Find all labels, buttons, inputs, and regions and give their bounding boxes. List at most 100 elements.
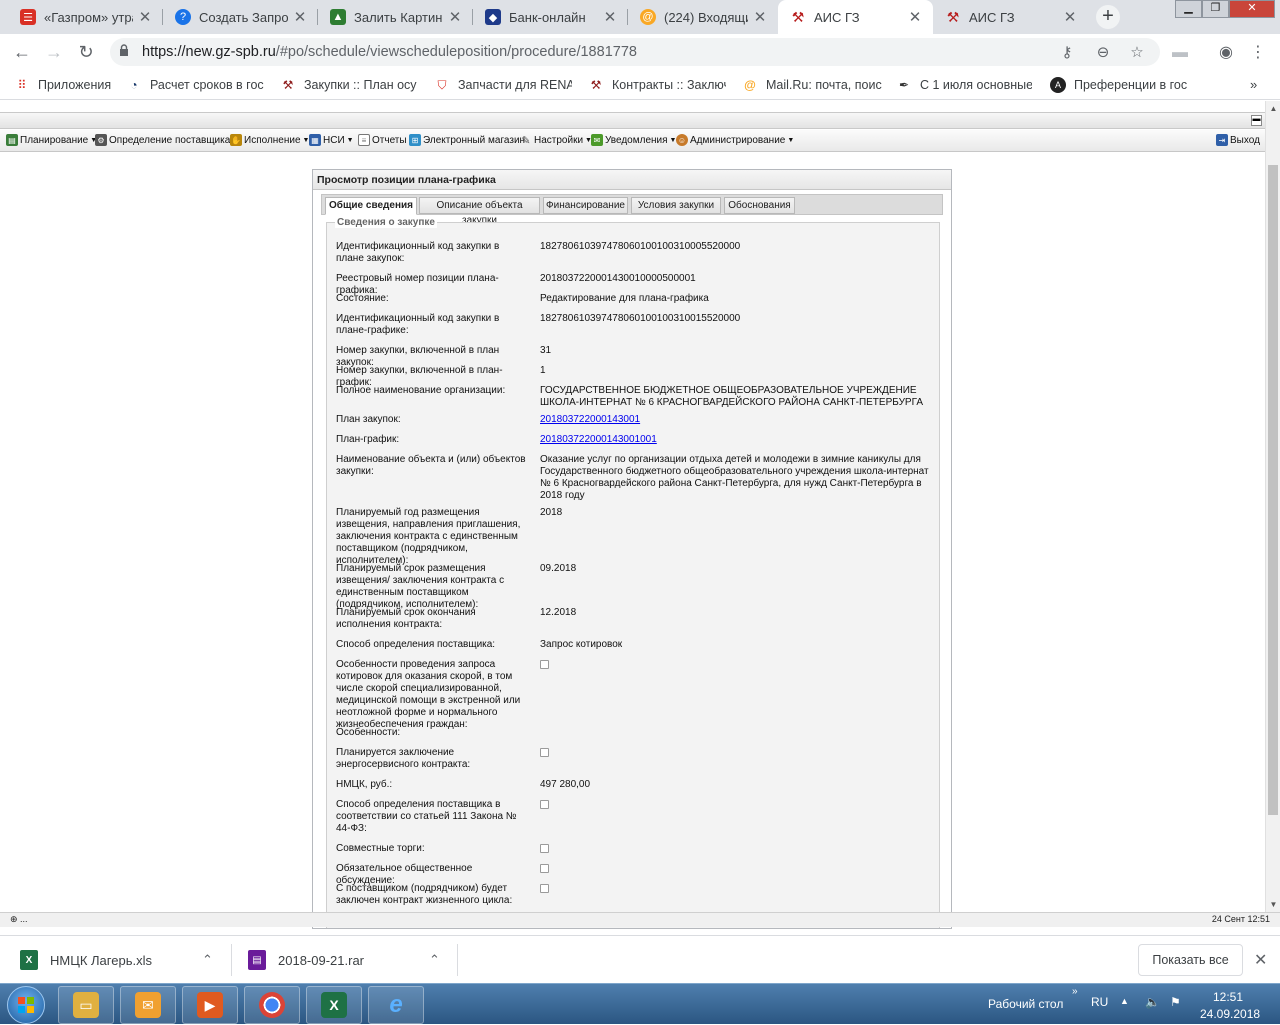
address-bar[interactable]: https://new.gz-spb.ru/#po/schedule/views… [110,38,1160,66]
action-center-flag-icon[interactable]: ⚑ [1170,995,1181,1009]
chevron-up-icon[interactable]: ⌃ [429,952,440,968]
menu-reports[interactable]: ≡ Отчеты [358,134,407,146]
close-window-button[interactable]: ✕ [1229,0,1275,18]
tab-purchase-conditions[interactable]: Условия закупки [631,197,721,214]
toolbar-more-icon[interactable]: » [1072,986,1078,997]
page-viewport: ▬ ▤ Планирование ▼ ⚙ Определение поставщи… [0,101,1280,929]
bookmark-item[interactable]: ⚒ Контракты :: Заключ [588,75,726,95]
browser-tab[interactable]: @ (224) Входящие ✕ [628,0,778,34]
taskbar-app[interactable]: X [306,986,362,1024]
menu-execution[interactable]: ✋ Исполнение ▼ [230,134,309,146]
menu-planning[interactable]: ▤ Планирование ▼ [6,134,97,146]
menu-administration[interactable]: ☺ Администрирование ▼ [676,134,794,146]
download-item[interactable]: X НМЦК Лагерь.xls ⌃ [20,936,220,984]
outlook-icon: ✉ [135,992,161,1018]
user-icon: ☺ [676,134,688,146]
public-discussion-checkbox[interactable] [540,864,549,873]
lock-icon [120,44,128,56]
app-status-bar: ⊕ ... 24 Сент 12:51 [0,912,1280,927]
scroll-up-icon[interactable]: ▲ [1266,101,1280,116]
tab-general[interactable]: Общие сведения [325,197,417,215]
bookmark-apps[interactable]: ⠿ Приложения [14,75,114,95]
taskbar-app[interactable]: ▶ [182,986,238,1024]
schedule-link[interactable]: 201803722000143001001 [540,434,657,445]
purchase-plan-link[interactable]: 201803722000143001 [540,414,640,425]
menu-nsi[interactable]: ▦ НСИ ▼ [309,134,354,146]
tab-justifications[interactable]: Обоснования [724,197,795,214]
emergency-quotation-checkbox[interactable] [540,660,549,669]
gavel-icon: ⚒ [282,78,294,92]
collapse-icon[interactable]: ▬ [1251,115,1262,126]
bookmark-item[interactable]: ⚒ Закупки :: План осу [280,75,418,95]
language-indicator[interactable]: RU [1091,995,1108,1009]
close-tab-icon[interactable]: ✕ [292,8,308,26]
browser-tab[interactable]: ▲ Залить Картинк ✕ [318,0,473,34]
desktop-toolbar-label[interactable]: Рабочий стол [988,997,1063,1011]
tab-financing[interactable]: Финансирование [543,197,628,214]
zoom-icon[interactable]: ⊖ [1094,44,1112,62]
close-tab-icon[interactable]: ✕ [1062,8,1078,26]
chevron-up-icon[interactable]: ⌃ [202,952,213,968]
bookmark-star-icon[interactable]: ☆ [1128,44,1146,62]
taskbar-app[interactable]: e [368,986,424,1024]
handshake-icon: ✋ [230,134,242,146]
bookmarks-bar: ⠿ Приложения ◔ Расчет сроков в гос ⚒ Зак… [0,70,1280,100]
browser-tab[interactable]: ? Создать Запрос ✕ [163,0,318,34]
new-tab-button[interactable]: + [1096,5,1120,29]
key-icon[interactable]: ⚷ [1058,44,1076,62]
taskbar-app[interactable]: ▭ [58,986,114,1024]
field-value: Оказание услуг по организации отдыха дет… [540,454,929,501]
menu-settings[interactable]: ✎ Настройки ▼ [520,134,592,147]
browser-tab[interactable]: ☰ «Газпром» утрат ✕ [8,0,163,34]
energy-service-checkbox[interactable] [540,748,549,757]
volume-icon[interactable]: 🔈 [1145,995,1160,1009]
clock-time[interactable]: 12:51 [1213,990,1243,1004]
article-111-checkbox[interactable] [540,800,549,809]
browser-tab-active[interactable]: ⚒ АИС ГЗ ✕ [778,0,933,34]
field-label: Наименование объекта и (или) объектов за… [336,454,526,477]
reload-icon[interactable]: ↻ [74,40,98,64]
menu-supplier-determination[interactable]: ⚙ Определение поставщика▼ [95,134,239,146]
bookmark-item[interactable]: ◔ Расчет сроков в гос [126,75,266,95]
menu-e-shop[interactable]: ⊞ Электронный магазин [409,134,525,146]
life-cycle-contract-checkbox[interactable] [540,884,549,893]
bookmark-item[interactable]: ✒ С 1 июля основные [896,75,1032,95]
close-tab-icon[interactable]: ✕ [137,8,153,26]
show-all-button[interactable]: Показать все [1138,944,1243,976]
taskbar-app[interactable] [244,986,300,1024]
scroll-thumb[interactable] [1268,165,1278,815]
url-text[interactable]: https://new.gz-spb.ru/#po/schedule/views… [142,38,637,66]
tab-object-description[interactable]: Описание объекта закупки [419,197,540,226]
close-tab-icon[interactable]: ✕ [907,8,923,26]
tray-expand-icon[interactable]: ▲ [1120,996,1129,1006]
taskbar-app[interactable]: ✉ [120,986,176,1024]
close-tab-icon[interactable]: ✕ [752,8,768,26]
profile-icon[interactable]: ◉ [1216,43,1236,63]
close-tab-icon[interactable]: ✕ [447,8,463,26]
globe-icon: ? [175,9,191,25]
menu-notifications[interactable]: ✉ Уведомления ▼ [591,134,676,146]
download-item[interactable]: ▤ 2018-09-21.rar ⌃ [248,936,448,984]
browser-tab[interactable]: ⚒ АИС ГЗ ✕ [933,0,1088,34]
browser-tab[interactable]: ◆ Банк-онлайн ✕ [473,0,628,34]
start-button[interactable] [7,986,45,1024]
bookmark-item[interactable]: ⛉ Запчасти для RENAU [434,75,572,95]
close-tab-icon[interactable]: ✕ [602,8,618,26]
bookmark-item[interactable]: A Преференции в гос [1050,75,1190,95]
minimize-window-button[interactable]: ▁ [1175,0,1202,18]
back-arrow-icon[interactable]: ← [10,40,34,64]
bookmark-item[interactable]: @ Mail.Ru: почта, поис [742,75,882,95]
logout-button[interactable]: ⇥ Выход [1216,134,1260,146]
forward-arrow-icon[interactable]: → [42,40,66,64]
scroll-down-icon[interactable]: ▼ [1266,897,1280,912]
browser-tab-strip: ☰ «Газпром» утрат ✕ ? Создать Запрос ✕ ▲… [0,0,1280,34]
extension-icon[interactable]: ▬ [1170,43,1190,63]
menu-dots-icon[interactable]: ⋮ [1248,43,1268,63]
page-scrollbar[interactable]: ▲ ▼ [1265,101,1280,912]
restore-window-button[interactable]: ❐ [1202,0,1229,18]
windows-taskbar: ▭ ✉ ▶ X e Рабочий стол » RU ▲ 🔈 ⚑ 12:51 … [0,983,1280,1024]
bookmarks-more-icon[interactable]: » [1250,77,1257,92]
joint-tenders-checkbox[interactable] [540,844,549,853]
clock-date[interactable]: 24.09.2018 [1200,1007,1260,1021]
close-icon[interactable]: ✕ [1254,950,1267,970]
